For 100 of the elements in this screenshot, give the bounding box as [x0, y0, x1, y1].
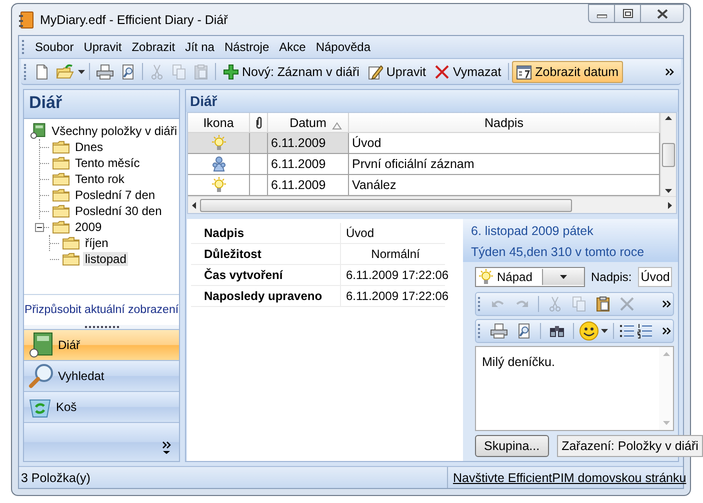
- overflow-chevron-icon[interactable]: [662, 300, 671, 308]
- tree-item[interactable]: Všechny položky v diáři: [50, 124, 179, 138]
- vertical-scrollbar[interactable]: [660, 113, 676, 196]
- horizontal-scrollbar[interactable]: [188, 196, 676, 213]
- tree-item[interactable]: říjen: [83, 236, 110, 250]
- pane-title: Diář: [186, 90, 678, 112]
- tree-item[interactable]: 2009: [73, 220, 104, 234]
- dropdown-arrow-icon: [560, 275, 567, 279]
- delete-icon: [619, 296, 635, 312]
- pencil-icon: [367, 64, 384, 80]
- overflow-chevron-icon[interactable]: [665, 68, 674, 76]
- new-document-icon: [34, 64, 50, 80]
- minimize-button[interactable]: [588, 4, 614, 23]
- property-label: Naposledy upraveno: [191, 286, 341, 306]
- down-arrow-icon: [665, 189, 672, 193]
- folder-icon: [52, 204, 70, 218]
- column-header[interactable]: Nadpis: [349, 113, 660, 133]
- folder-icon: [52, 140, 70, 154]
- copy-icon: [171, 64, 187, 80]
- clipboard-icon: [595, 296, 611, 312]
- nav-button[interactable]: Koš: [24, 391, 179, 422]
- numbered-list-icon[interactable]: [637, 323, 653, 339]
- nav-button[interactable]: Vyhledat: [24, 360, 179, 391]
- date-heading: 6. listopad 2009 pátek: [471, 224, 594, 238]
- table-cell: 6.11.2009: [268, 133, 349, 154]
- people-icon: [210, 156, 226, 172]
- maximize-button[interactable]: [614, 4, 640, 23]
- down-arrow-icon: [662, 421, 670, 425]
- tree-item[interactable]: Poslední 7 den: [73, 188, 158, 202]
- property-value: 6.11.2009 17:22:06: [345, 267, 449, 284]
- clipboard-icon: [193, 64, 209, 80]
- bulleted-list-icon[interactable]: [619, 323, 635, 339]
- diary-book-icon: [30, 122, 47, 140]
- collapse-button[interactable]: [35, 222, 44, 232]
- tree-item[interactable]: listopad: [83, 252, 128, 266]
- smiley-icon[interactable]: [579, 321, 599, 341]
- scroll-thumb[interactable]: [662, 142, 675, 166]
- menu-item[interactable]: Nástroje: [219, 38, 274, 56]
- calendar-icon: [516, 64, 532, 80]
- folder-icon: [62, 236, 80, 250]
- close-button[interactable]: [640, 4, 684, 23]
- category-dropdown[interactable]: Nápad: [475, 267, 585, 287]
- minus-icon: [37, 224, 42, 230]
- property-label: Důležitost: [191, 244, 341, 264]
- tree-item[interactable]: Tento měsíc: [73, 156, 142, 170]
- sort-ascending-icon: [332, 122, 342, 130]
- customize-view-link[interactable]: Přizpůsobit aktuální zobrazení: [24, 304, 179, 316]
- tree-item[interactable]: Tento rok: [73, 172, 126, 186]
- group-button[interactable]: Skupina...: [475, 435, 549, 457]
- menu-item[interactable]: Soubor: [30, 38, 79, 56]
- table-cell: Úvod: [349, 133, 660, 154]
- print-preview-icon: [516, 323, 532, 339]
- notebook-icon: [18, 10, 34, 28]
- tree-item[interactable]: Dnes: [73, 140, 106, 154]
- up-arrow-icon: [662, 352, 670, 356]
- magnifier-icon: [28, 363, 54, 389]
- menu-item[interactable]: Zobrazit: [126, 38, 180, 56]
- caret-icon[interactable]: [601, 329, 608, 333]
- delete-button[interactable]: Vymazat: [430, 60, 506, 82]
- show-date-button[interactable]: Zobrazit datum: [512, 60, 623, 82]
- print-preview-icon: [120, 64, 136, 80]
- menu-item[interactable]: Upravit: [78, 38, 127, 56]
- item-count: 3 Položka(y): [20, 470, 92, 484]
- menu-item[interactable]: Akce: [274, 38, 311, 56]
- table-cell: 6.11.2009: [268, 154, 349, 175]
- window-title: MyDiary.edf - Efficient Diary - Diář: [40, 12, 229, 26]
- menu-item[interactable]: Nápověda: [310, 38, 376, 56]
- binoculars-icon: [549, 323, 565, 339]
- close-icon: [656, 8, 668, 18]
- property-label: Nadpis: [191, 223, 341, 243]
- column-header[interactable]: Datum: [268, 113, 349, 133]
- property-label: Čas vytvoření: [191, 265, 341, 285]
- pane-title: Diář: [24, 90, 179, 119]
- new-entry-button[interactable]: Nový: Záznam v diáři: [219, 60, 364, 82]
- column-header[interactable]: Ikona: [188, 113, 250, 133]
- more-buttons-icon[interactable]: [162, 441, 171, 455]
- category-field: Zařazení: Položky v diáři: [556, 435, 703, 457]
- printer-icon: [96, 64, 114, 80]
- column-header[interactable]: [250, 113, 268, 133]
- nav-button[interactable]: Diář: [24, 329, 179, 360]
- restore-icon: [622, 9, 632, 18]
- caret-icon[interactable]: [78, 70, 85, 74]
- field-label: Nadpis:: [591, 270, 632, 284]
- week-info: Týden 45,den 310 v tomto roce: [471, 245, 646, 259]
- vertical-scrollbar[interactable]: [659, 347, 673, 430]
- folder-icon: [62, 252, 80, 266]
- menu-item[interactable]: Jít na: [180, 38, 220, 56]
- scroll-thumb[interactable]: [200, 198, 572, 212]
- right-arrow-icon: [668, 202, 672, 208]
- scissors-icon: [149, 64, 165, 80]
- tree-item[interactable]: Poslední 30 den: [73, 204, 164, 218]
- overflow-chevron-icon[interactable]: [662, 327, 671, 335]
- open-folder-icon: [56, 64, 74, 80]
- edit-button[interactable]: Upravit: [363, 60, 430, 82]
- diary-book-icon: [28, 332, 54, 358]
- title-field[interactable]: Úvod: [638, 267, 672, 287]
- folder-icon: [52, 188, 70, 202]
- up-arrow-icon: [665, 116, 672, 120]
- property-value: Úvod: [345, 225, 376, 242]
- plus-icon: [223, 64, 239, 80]
